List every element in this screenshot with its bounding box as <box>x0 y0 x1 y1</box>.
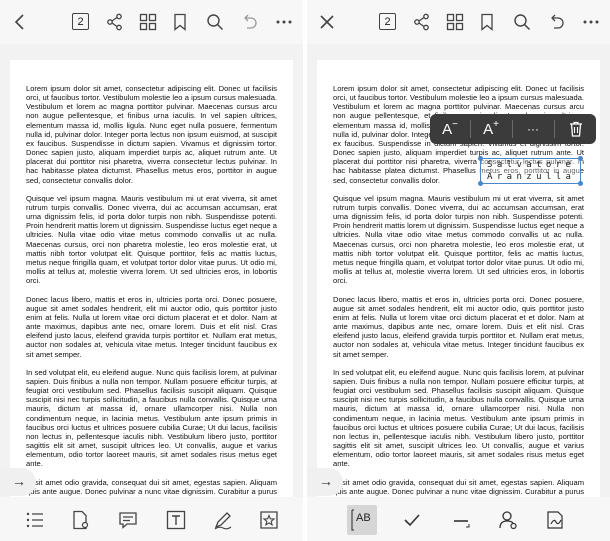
document-page: Lorem ipsum dolor sit amet, consectetur … <box>10 60 293 530</box>
search-icon[interactable] <box>203 10 227 34</box>
decrease-font-button[interactable]: A − <box>436 117 464 141</box>
bookmark-icon[interactable] <box>168 10 192 34</box>
paragraph: In sed volutpat elit, eu eleifend augue.… <box>333 367 584 469</box>
left-screen: 2 Lorem ipsum dolor sit amet, consectetu… <box>0 0 303 541</box>
increase-font-button[interactable]: A + <box>477 117 505 141</box>
more-actions-button[interactable]: ··· <box>519 117 547 141</box>
expand-arrow-tab[interactable]: → <box>307 468 343 496</box>
signature-line-1: Salvatore <box>487 160 576 170</box>
more-options-icon[interactable] <box>272 10 296 34</box>
stamp-star-icon[interactable] <box>258 509 280 531</box>
annotation-context-menu: A − A + ··· <box>430 114 596 144</box>
paragraph: Quisque vel ipsum magna. Mauris vestibul… <box>333 193 584 286</box>
undo-icon[interactable] <box>545 10 569 34</box>
menu-separator <box>554 120 555 138</box>
checkmark-tool-icon[interactable] <box>401 509 423 531</box>
decrease-font-label: A <box>442 120 453 138</box>
sign-document-icon[interactable] <box>545 509 567 531</box>
draw-pen-icon[interactable] <box>212 509 234 531</box>
share-icon[interactable] <box>410 10 434 34</box>
paragraph: Quisque vel ipsum magna. Mauris vestibul… <box>26 193 277 286</box>
bottom-toolbar: AB <box>307 497 610 541</box>
comment-icon[interactable] <box>117 509 139 531</box>
top-toolbar: 2 <box>307 0 610 44</box>
back-icon[interactable] <box>8 10 32 34</box>
right-screen: 2 Lorem ipsum dolor sit amet, consectetu… <box>307 0 610 541</box>
expand-arrow-tab[interactable]: → <box>0 468 36 496</box>
more-options-icon[interactable] <box>579 10 603 34</box>
menu-separator <box>512 120 513 138</box>
document-info-icon[interactable] <box>70 509 92 531</box>
grid-view-icon[interactable] <box>136 10 160 34</box>
share-icon[interactable] <box>103 10 127 34</box>
text-tool-button[interactable]: AB <box>351 509 373 531</box>
menu-separator <box>470 120 471 138</box>
outline-list-icon[interactable] <box>24 509 46 531</box>
top-toolbar: 2 <box>0 0 303 44</box>
user-signature-icon[interactable] <box>497 509 519 531</box>
bookmark-icon[interactable] <box>475 10 499 34</box>
document-body: Lorem ipsum dolor sit amet, consectetur … <box>26 84 277 530</box>
paragraph: Lorem ipsum dolor sit amet, consectetur … <box>26 84 277 185</box>
increase-font-mark: + <box>493 118 499 130</box>
page-number-badge[interactable]: 2 <box>72 13 89 30</box>
trash-icon <box>570 121 582 137</box>
line-tool-icon[interactable] <box>450 509 472 531</box>
signature-annotation[interactable]: Salvatore Aranzulla <box>480 158 581 184</box>
undo-icon[interactable] <box>238 10 262 34</box>
text-box-icon[interactable] <box>165 509 187 531</box>
grid-view-icon[interactable] <box>443 10 467 34</box>
bottom-toolbar <box>0 497 303 541</box>
search-icon[interactable] <box>510 10 534 34</box>
decrease-font-mark: − <box>452 118 458 130</box>
page-number-badge[interactable]: 2 <box>379 13 396 30</box>
paragraph: Donec lacus libero, mattis et eros in, u… <box>26 294 277 359</box>
document-body: Lorem ipsum dolor sit amet, consectetur … <box>333 84 584 530</box>
signature-line-2: Aranzulla <box>487 172 576 182</box>
paragraph: Donec lacus libero, mattis et eros in, u… <box>333 294 584 359</box>
increase-font-label: A <box>483 120 494 138</box>
resize-handle-bottom-left[interactable] <box>478 181 483 186</box>
close-icon[interactable] <box>315 10 339 34</box>
paragraph: In sed volutpat elit, eu eleifend augue.… <box>26 367 277 469</box>
resize-handle-bottom-right[interactable] <box>578 181 583 186</box>
delete-button[interactable] <box>562 117 590 141</box>
text-tool-label: AB <box>356 512 371 524</box>
resize-handle-top-left[interactable] <box>478 156 483 161</box>
resize-handle-top-right[interactable] <box>578 156 583 161</box>
